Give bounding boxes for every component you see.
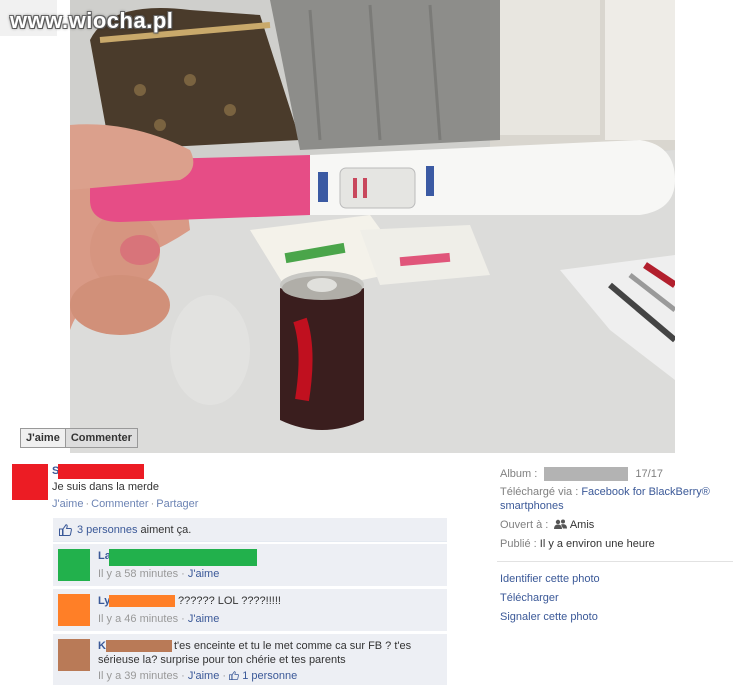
album-label: Album : (500, 467, 538, 480)
privacy-label: Ouvert à : (500, 519, 549, 531)
privacy-value: Amis (569, 519, 595, 531)
comment-author-redaction (109, 549, 257, 566)
comment-text-line-2: sérieuse la? surprise pour ton chérie et… (98, 654, 346, 666)
avatar[interactable] (12, 464, 48, 500)
thumbs-up-icon (229, 671, 239, 680)
thumbs-up-icon (59, 523, 72, 536)
comment-text: ?????? LOL ????!!!!! (178, 595, 281, 607)
comment-author-redaction (106, 640, 172, 652)
comment-like-link[interactable]: J'aime (188, 670, 219, 682)
uploaded-via-row: Téléchargé via : Facebook for BlackBerry… (500, 486, 710, 498)
friends-icon (554, 519, 568, 529)
uploaded-via-label: Téléchargé via : (500, 486, 579, 498)
privacy-row: Ouvert à : Amis (500, 519, 594, 531)
sidebar-divider (497, 561, 733, 562)
comment-timestamp: Il y a 39 minutes (98, 670, 179, 682)
comment-text-line-1: t'es enceinte et tu le met comme ca sur … (174, 640, 412, 652)
report-photo-link[interactable]: Signaler cette photo (500, 610, 600, 629)
comment-like-count[interactable]: 1 personne (242, 670, 297, 682)
share-link[interactable]: Partager (156, 498, 198, 510)
poster-name-redaction (58, 464, 144, 479)
photo-viewer: www.wiocha.pl J'aime Commenter (0, 0, 743, 455)
likes-text: aiment ça. (140, 523, 192, 536)
comment-timestamp: Il y a 58 minutes (98, 568, 179, 580)
post-actions: J'aime · Commenter · Partager (52, 498, 199, 510)
comment-link[interactable]: Commenter (91, 498, 148, 510)
uploaded-via-link-cont[interactable]: smartphones (500, 500, 564, 512)
published-row: Publié : Il y a environ une heure (500, 538, 655, 550)
like-link[interactable]: J'aime (52, 498, 83, 510)
tag-photo-link[interactable]: Identifier cette photo (500, 572, 600, 591)
feedback-section: 3 personnes aiment ça. La Il y a 58 minu… (53, 518, 447, 686)
likes-count-link[interactable]: 3 personnes (77, 524, 138, 536)
comment-meta: Il y a 46 minutes · J'aime (98, 613, 220, 625)
photo-like-button[interactable]: J'aime (20, 428, 66, 448)
comment-like-link[interactable]: J'aime (188, 568, 219, 580)
photo-comment-button[interactable]: Commenter (65, 428, 138, 448)
comment-meta: Il y a 58 minutes · J'aime (98, 568, 220, 580)
album-count: 17/17 (635, 467, 663, 480)
photo-action-buttons: J'aime Commenter (20, 428, 138, 448)
comment-like-link[interactable]: J'aime (188, 613, 219, 625)
published-value: Il y a environ une heure (539, 538, 655, 550)
photo-image (70, 0, 675, 453)
comment: K t'es enceinte et tu le met comme ca su… (53, 634, 447, 686)
comment-author[interactable]: K (98, 640, 106, 652)
photo-actions-list: Identifier cette photo Télécharger Signa… (500, 572, 600, 629)
comment-author-redaction (109, 595, 175, 607)
avatar[interactable] (58, 639, 90, 671)
likes-summary: 3 personnes aiment ça. (53, 518, 447, 542)
uploaded-via-link[interactable]: Facebook for BlackBerry® (581, 486, 710, 498)
comment-meta: Il y a 39 minutes · J'aime · 1 personne (98, 670, 298, 682)
photo[interactable] (70, 0, 675, 453)
avatar[interactable] (58, 594, 90, 626)
comment: La Il y a 58 minutes · J'aime (53, 544, 447, 587)
comment-timestamp: Il y a 46 minutes (98, 613, 179, 625)
comment: Ly ?????? LOL ????!!!!! Il y a 46 minute… (53, 589, 447, 632)
watermark-text: www.wiocha.pl (10, 8, 174, 33)
avatar[interactable] (58, 549, 90, 581)
status-text: Je suis dans la merde (52, 481, 159, 493)
album-name-redaction (544, 467, 629, 481)
uploaded-via-row-cont: smartphones (500, 500, 564, 512)
album-row: Album : 17/17 (500, 467, 663, 481)
published-label: Publié : (500, 538, 537, 550)
download-link[interactable]: Télécharger (500, 591, 600, 610)
